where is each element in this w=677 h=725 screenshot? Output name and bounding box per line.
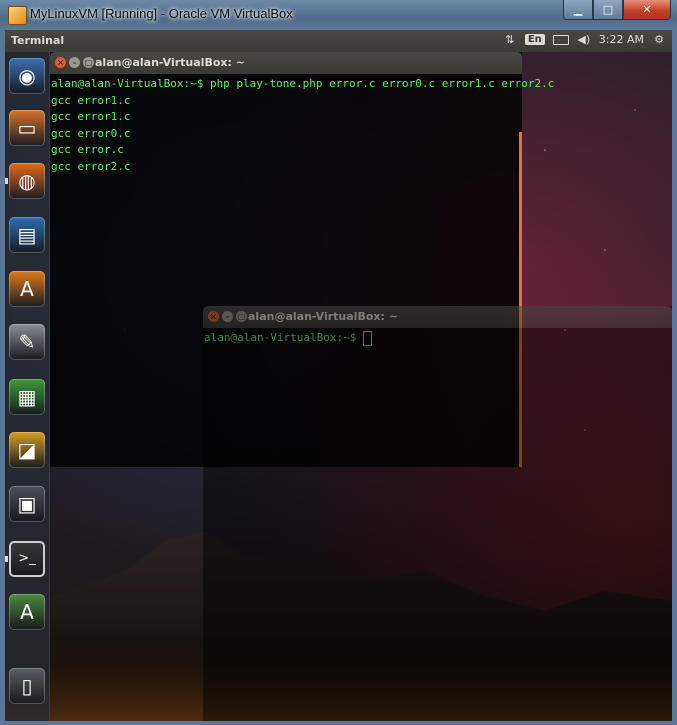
host-window-title: MyLinuxVM [Running] - Oracle VM VirtualB… [30, 6, 293, 21]
terminal-titlebar-background[interactable]: × – □ alan@alan-VirtualBox: ~ [203, 306, 672, 328]
host-border-bottom [0, 721, 677, 725]
system-tray: ⇅ En ◀) 3:22 AM ⚙ [503, 33, 666, 46]
launcher-libreoffice-writer-icon[interactable]: ▤ [9, 217, 45, 253]
launcher-libreoffice-impress-icon[interactable]: ◪ [9, 432, 45, 468]
terminal-line: gcc error0.c [51, 126, 131, 140]
virtualbox-icon [8, 6, 27, 25]
terminal-line: gcc error1.c [51, 93, 131, 107]
launcher-running-indicator [5, 178, 8, 184]
terminal-bg-minimize-button[interactable]: – [222, 311, 233, 322]
host-border-right [672, 30, 677, 725]
terminal-bg-prompt: alan@alan-VirtualBox:~$ [204, 331, 363, 344]
terminal-window-background[interactable]: × – □ alan@alan-VirtualBox: ~ alan@alan-… [203, 306, 672, 721]
launcher-terminal-icon[interactable]: >_ [9, 541, 45, 577]
launcher-system-settings-icon[interactable]: ✎ [9, 324, 45, 360]
launcher-software-center-icon[interactable]: A [9, 271, 45, 307]
launcher-running-indicator [5, 556, 8, 562]
launcher-firefox-icon[interactable]: ◍ [9, 163, 45, 199]
terminal-close-button[interactable]: × [55, 57, 66, 68]
terminal-bg-maximize-button[interactable]: □ [236, 311, 247, 322]
terminal-bg-close-button[interactable]: × [208, 311, 219, 322]
launcher-files-icon[interactable]: ▭ [9, 110, 45, 146]
top-panel: Terminal ⇅ En ◀) 3:22 AM ⚙ [5, 30, 672, 52]
terminal-output[interactable]: alan@alan-VirtualBox:~$ php play-tone.ph… [51, 76, 555, 175]
volume-icon[interactable]: ◀) [577, 33, 591, 46]
ubuntu-desktop: Terminal ⇅ En ◀) 3:22 AM ⚙ ◉ ▭ ◍ ▤ A ✎ ▦ ◪ ▣ >_ A ▯… [5, 30, 672, 721]
terminal-maximize-button[interactable]: □ [83, 57, 94, 68]
launcher-libreoffice-calc-icon[interactable]: ▦ [9, 379, 45, 415]
gear-icon[interactable]: ⚙ [652, 33, 666, 46]
battery-icon[interactable] [552, 34, 569, 45]
host-titlebar: MyLinuxVM [Running] - Oracle VM VirtualB… [0, 0, 677, 31]
launcher-workspace-switcher-icon[interactable]: ▣ [9, 486, 45, 522]
terminal-bg-output[interactable]: alan@alan-VirtualBox:~$ [204, 330, 668, 347]
network-transfer-icon[interactable]: ⇅ [503, 33, 517, 46]
clock[interactable]: 3:22 AM [599, 33, 644, 46]
terminal-title: alan@alan-VirtualBox: ~ [95, 56, 245, 69]
terminal-titlebar[interactable]: × – □ alan@alan-VirtualBox: ~ [50, 52, 522, 74]
terminal-line: alan@alan-VirtualBox:~$ php play-tone.ph… [51, 77, 555, 90]
minimize-button[interactable]: ▁ [563, 0, 593, 20]
launcher-dash-home-icon[interactable]: ◉ [9, 58, 45, 94]
terminal-line: gcc error2.c [51, 159, 131, 173]
terminal-line: gcc error.c [51, 143, 124, 156]
terminal-line: gcc error1.c [51, 110, 131, 123]
keyboard-layout-indicator[interactable]: En [524, 34, 545, 45]
active-app-name: Terminal [11, 34, 65, 47]
launcher-software-updater-icon[interactable]: A [9, 594, 45, 630]
close-button[interactable]: ✕ [623, 0, 671, 20]
maximize-button[interactable]: □ [593, 0, 623, 20]
host-window-controls: ▁ □ ✕ [563, 0, 671, 20]
launcher: ◉ ▭ ◍ ▤ A ✎ ▦ ◪ ▣ >_ A ▯ [5, 52, 50, 721]
terminal-minimize-button[interactable]: – [69, 57, 80, 68]
launcher-trash-icon[interactable]: ▯ [9, 668, 45, 704]
terminal-cursor [362, 330, 372, 346]
terminal-bg-title: alan@alan-VirtualBox: ~ [248, 310, 398, 323]
